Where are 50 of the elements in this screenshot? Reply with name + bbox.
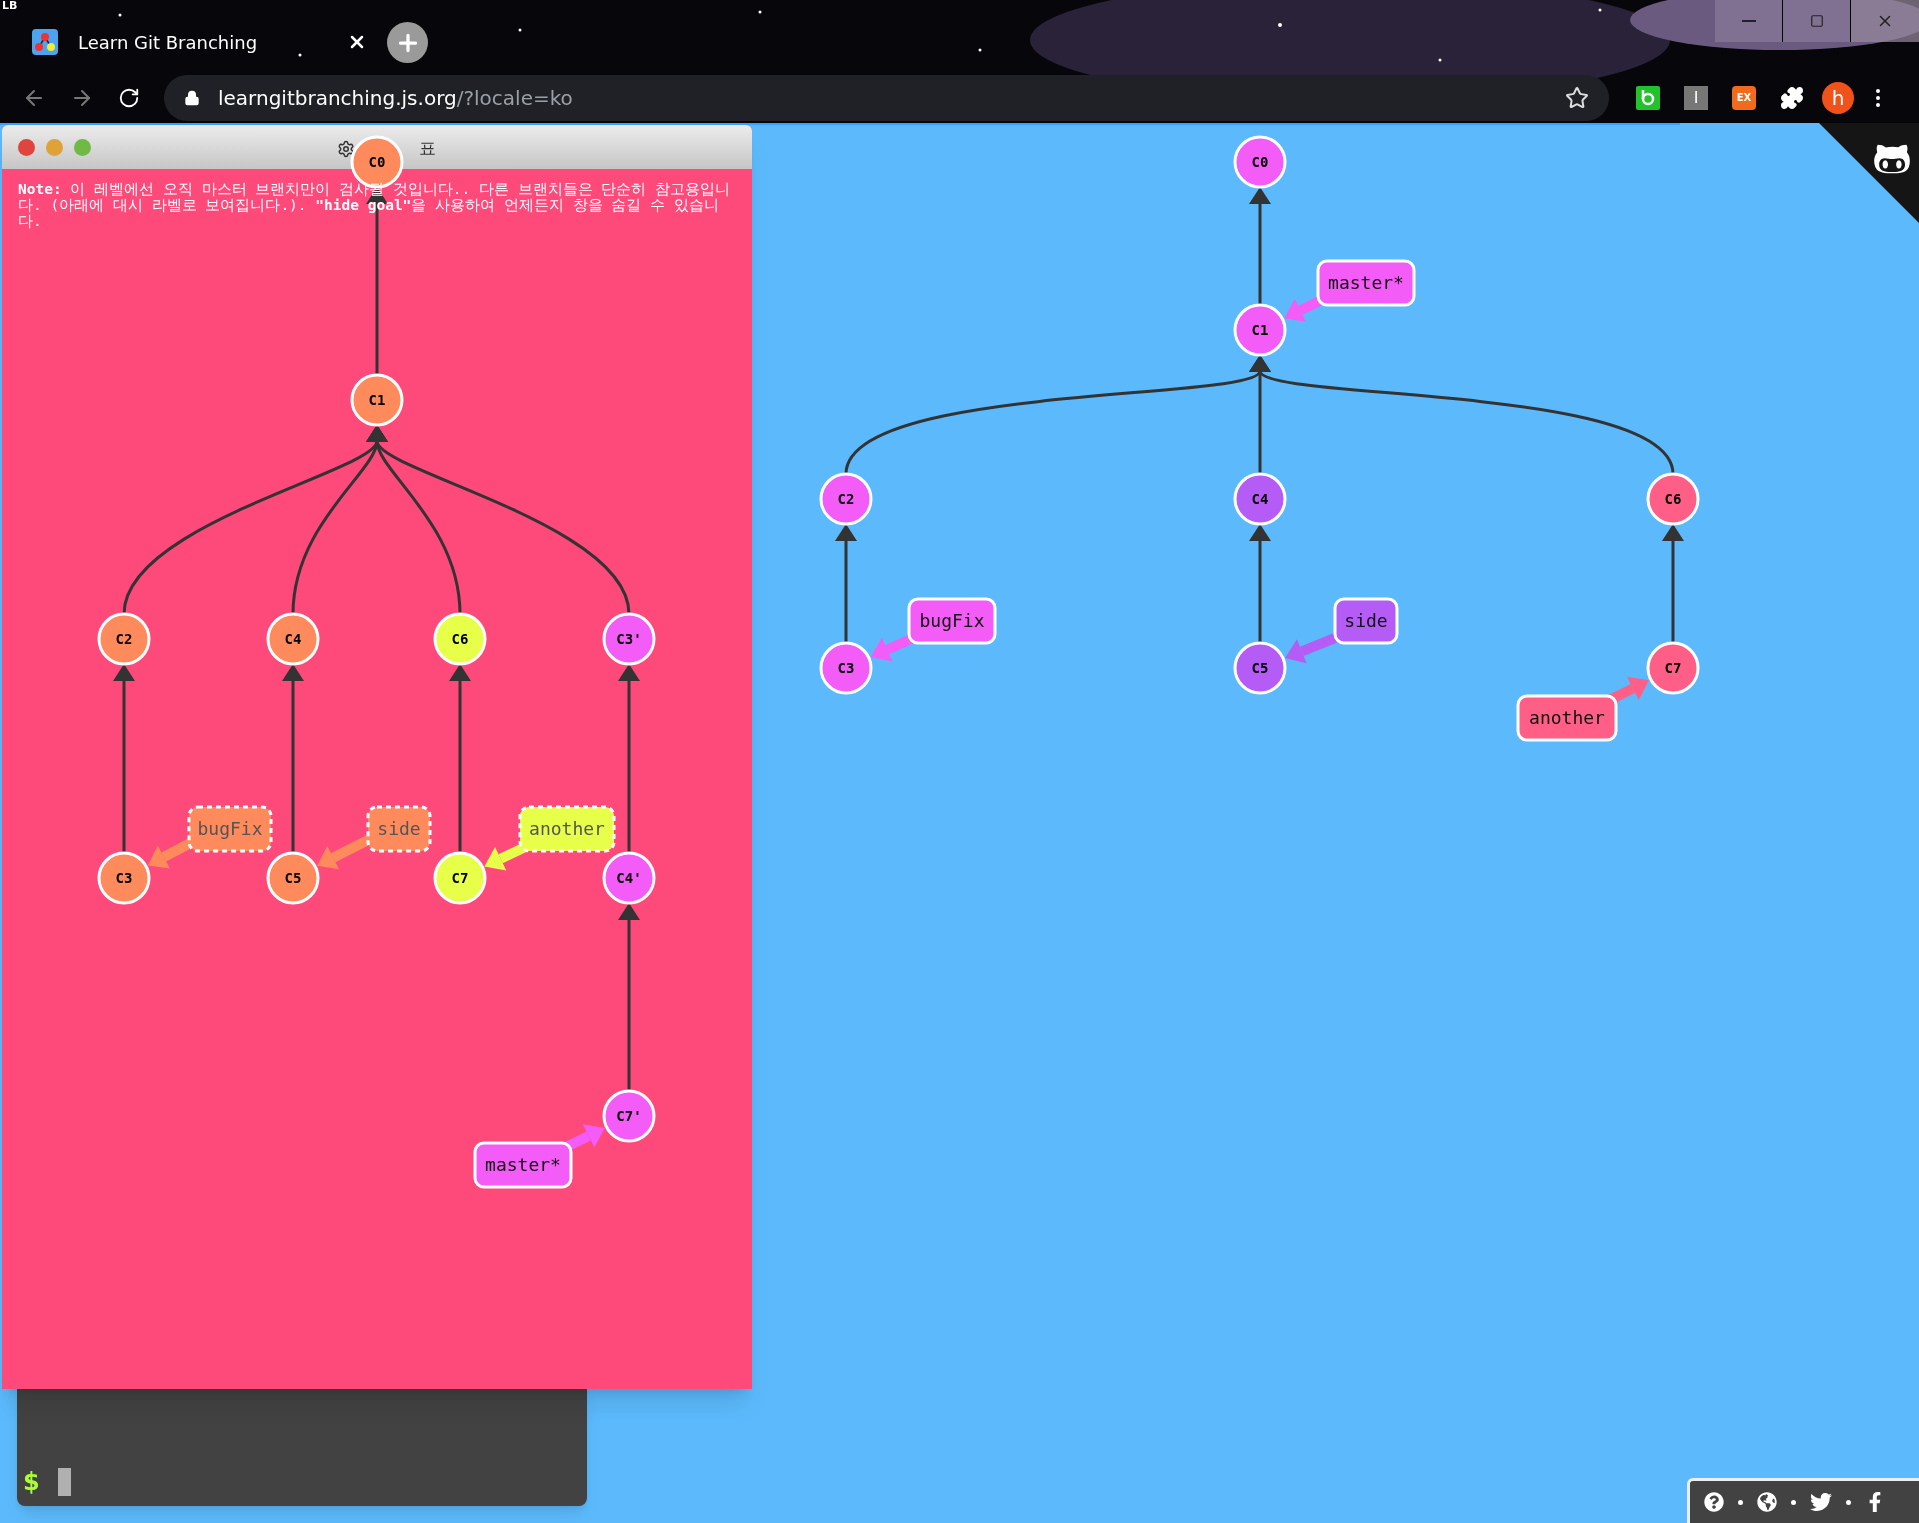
commit-node: C5 (1233, 641, 1287, 695)
commit-node: C7 (433, 851, 487, 905)
branch-pointer: master* (473, 1124, 605, 1189)
commit-node: C3 (819, 641, 873, 695)
commit-node: C3' (602, 612, 656, 666)
branch-pointer: side (317, 805, 432, 870)
commit-node: C6 (1646, 472, 1700, 526)
help-icon[interactable] (1704, 1492, 1724, 1512)
maximize-button[interactable] (1783, 0, 1851, 42)
bookmark-star-icon[interactable] (1565, 86, 1589, 110)
branch-pointer: another (484, 805, 616, 871)
commit-node: C4 (266, 612, 320, 666)
maximize-icon (1809, 14, 1824, 28)
commit-node: C5 (266, 851, 320, 905)
commit-node: C4' (602, 851, 656, 905)
extension-icon[interactable]: EX (1732, 86, 1756, 110)
gear-icon (337, 139, 355, 158)
branch-pointer: side (1285, 597, 1399, 664)
commit-node: C2 (97, 612, 151, 666)
branch-pointer: bugFix (147, 805, 273, 869)
commit-node: C7 (1646, 641, 1700, 695)
window-title: 표 (419, 137, 436, 160)
text-cursor[interactable] (57, 1468, 71, 1496)
branch-pointer: master* (1284, 259, 1416, 323)
network-icon (32, 29, 58, 55)
extension-icon[interactable] (1636, 86, 1660, 110)
minimize-button[interactable] (1715, 0, 1783, 42)
minimize-icon (1741, 20, 1756, 22)
branch-pointer: bugFix (870, 597, 997, 662)
puzzle-icon[interactable] (1780, 86, 1804, 110)
commit-node: C6 (433, 612, 487, 666)
tab-title: Learn Git Branching (78, 30, 258, 55)
extension-icon[interactable]: I (1684, 86, 1708, 110)
commit-node: C2 (819, 472, 873, 526)
commit-node: C4 (1233, 472, 1287, 526)
browser-tab[interactable]: Learn Git Branching (22, 22, 367, 62)
branch-pointer: another (1516, 676, 1649, 742)
commit-node: C1 (1233, 303, 1287, 357)
url-text: learngitbranching.js.org/?locale=ko (218, 85, 573, 112)
commit-node: C7' (602, 1089, 656, 1143)
commit-node: C1 (350, 373, 404, 427)
prompt-symbol: $ (23, 1468, 40, 1496)
bird-icon[interactable] (1810, 1491, 1832, 1513)
globe-icon[interactable] (1757, 1492, 1777, 1512)
address-bar[interactable]: learngitbranching.js.org/?locale=ko (164, 75, 1609, 121)
reload-icon[interactable] (118, 87, 140, 109)
lock-icon (184, 90, 200, 106)
commit-node: C3 (97, 851, 151, 905)
commit-node: C0 (1233, 135, 1287, 189)
app-logo: LB (2, 0, 18, 12)
